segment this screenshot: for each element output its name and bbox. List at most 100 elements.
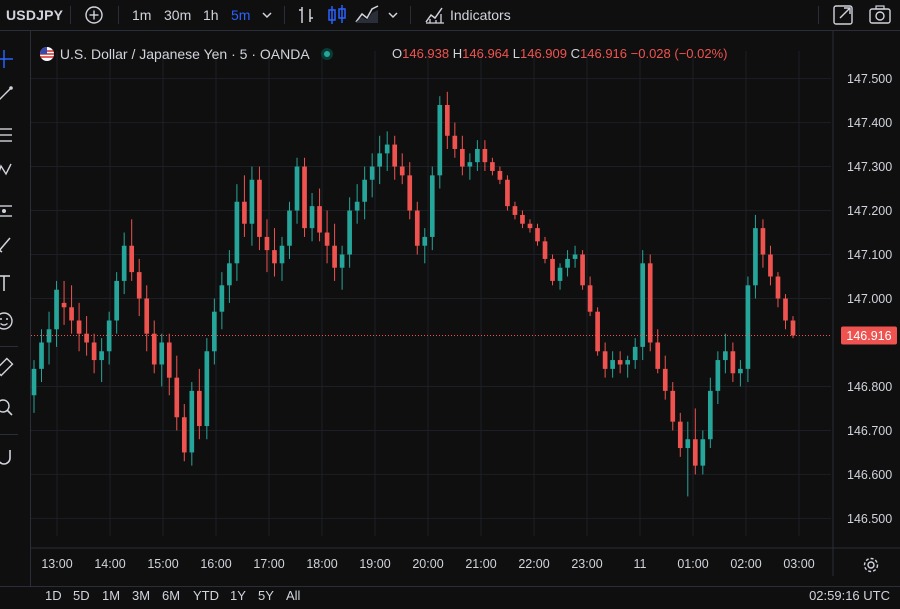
candle-body [369, 166, 375, 180]
candle-body [377, 153, 383, 167]
symbol-legend: U.S. Dollar / Japanese Yen · 5 · OANDA [38, 43, 339, 65]
candle-body [437, 104, 443, 176]
range-1y-button[interactable]: 1Y [230, 588, 246, 603]
open-value: 146.938 [402, 46, 450, 61]
candle-body [587, 285, 593, 312]
zoom-tool[interactable] [0, 396, 14, 418]
time-tick-label: 02:00 [730, 557, 761, 571]
candle-body [490, 162, 495, 171]
candle-body [212, 311, 217, 352]
fib-tool[interactable] [0, 124, 14, 146]
time-tick-label: 21:00 [465, 557, 496, 571]
candle-body [54, 289, 59, 330]
range-1m-button[interactable]: 1M [102, 588, 120, 603]
candle-body [452, 135, 458, 149]
interval-30m-button[interactable]: 30m [164, 0, 191, 30]
chart-type-dropdown-button[interactable] [386, 0, 400, 30]
candle-body [317, 206, 322, 233]
range-5y-button[interactable]: 5Y [258, 588, 274, 603]
area-chart-icon [355, 5, 379, 23]
candle-body [302, 166, 307, 229]
range-all-button[interactable]: All [286, 588, 300, 603]
candle-body [204, 351, 210, 427]
candle-body [700, 439, 706, 466]
symbol-description[interactable]: U.S. Dollar / Japanese Yen · 5 · OANDA [60, 46, 309, 62]
camera-icon [869, 5, 891, 24]
symbol-search-button[interactable]: USDJPY [6, 0, 63, 30]
candle-body [497, 170, 503, 180]
compare-symbol-button[interactable] [84, 0, 104, 30]
crosshair-tool[interactable] [0, 48, 14, 70]
candle-body [129, 245, 135, 273]
measure-tool[interactable] [0, 356, 14, 378]
price-axis: 147.500 147.400 147.300 147.200 147.100 147.0… [832, 31, 892, 576]
toolbar-divider [70, 6, 71, 24]
candle-body [189, 390, 195, 453]
pattern-tool[interactable] [0, 160, 14, 182]
indicators-button[interactable]: Indicators [450, 0, 511, 30]
area-chart-type-button[interactable] [354, 0, 380, 30]
brush-icon [0, 237, 11, 253]
candle-body [723, 351, 728, 361]
bar-chart-type-button[interactable] [296, 0, 316, 30]
chart-settings-button[interactable] [862, 556, 880, 577]
range-3m-button[interactable]: 3M [132, 588, 150, 603]
candle-body [249, 179, 255, 224]
candle-body [647, 263, 653, 343]
range-ytd-button[interactable]: YTD [193, 588, 219, 603]
candle-body [730, 351, 736, 374]
ruler-icon [0, 357, 14, 377]
close-value: 146.916 [580, 46, 628, 61]
time-tick-label: 18:00 [306, 557, 337, 571]
interval-1m-button[interactable]: 1m [132, 0, 151, 30]
fullscreen-button[interactable] [832, 0, 854, 30]
toolbar-divider [0, 434, 18, 435]
emoji-tool[interactable] [0, 310, 14, 332]
price-chart[interactable]: 147.500 147.400 147.300 147.200 147.100 147.0… [31, 31, 900, 578]
candle-body [753, 228, 758, 286]
bars-icon [299, 7, 313, 23]
market-status-icon[interactable] [313, 43, 339, 65]
candle-body [114, 280, 119, 321]
candles-chart-type-button[interactable] [326, 0, 348, 30]
interval-dropdown-button[interactable] [260, 0, 274, 30]
time-tick-label: 19:00 [359, 557, 390, 571]
time-tick-label: 03:00 [783, 557, 814, 571]
range-6m-button[interactable]: 6M [162, 588, 180, 603]
magnet-tool[interactable] [0, 446, 14, 468]
text-tool[interactable] [0, 272, 14, 294]
range-5d-button[interactable]: 5D [73, 588, 90, 603]
candle-body [520, 214, 525, 224]
time-tick-label: 01:00 [677, 557, 708, 571]
trend-line-tool[interactable] [0, 84, 14, 106]
candle-body [692, 439, 698, 466]
price-tick-label: 146.800 [847, 380, 892, 394]
candle-body [347, 210, 352, 255]
range-1d-button[interactable]: 1D [45, 588, 62, 603]
utc-clock[interactable]: 02:59:16 UTC [809, 588, 890, 603]
open-label: O [392, 46, 403, 61]
candle-body [339, 254, 345, 268]
candle-body [595, 311, 600, 352]
indicators-icon [424, 0, 446, 30]
chart-pane[interactable]: 147.500 147.400 147.300 147.200 147.100 147.0… [31, 31, 900, 578]
toolbar-divider [118, 6, 119, 24]
candle-body [39, 342, 44, 369]
candle-body [287, 210, 292, 246]
candle-body [768, 254, 773, 277]
forecast-tool[interactable] [0, 200, 14, 222]
candle-body [565, 258, 570, 268]
interval-5m-button[interactable]: 5m [231, 0, 250, 30]
price-tick-label: 147.100 [847, 248, 892, 262]
brush-tool[interactable] [0, 234, 14, 256]
snapshot-button[interactable] [868, 0, 892, 30]
candle-body [61, 302, 67, 308]
forecast-icon [0, 205, 12, 217]
candles-icon [328, 5, 346, 24]
price-tick-label: 147.300 [847, 160, 892, 174]
interval-1h-button[interactable]: 1h [203, 0, 219, 30]
toolbar-divider [818, 6, 819, 24]
candle-body [69, 307, 74, 321]
time-tick-label: 17:00 [253, 557, 284, 571]
pattern-icon [0, 163, 12, 176]
